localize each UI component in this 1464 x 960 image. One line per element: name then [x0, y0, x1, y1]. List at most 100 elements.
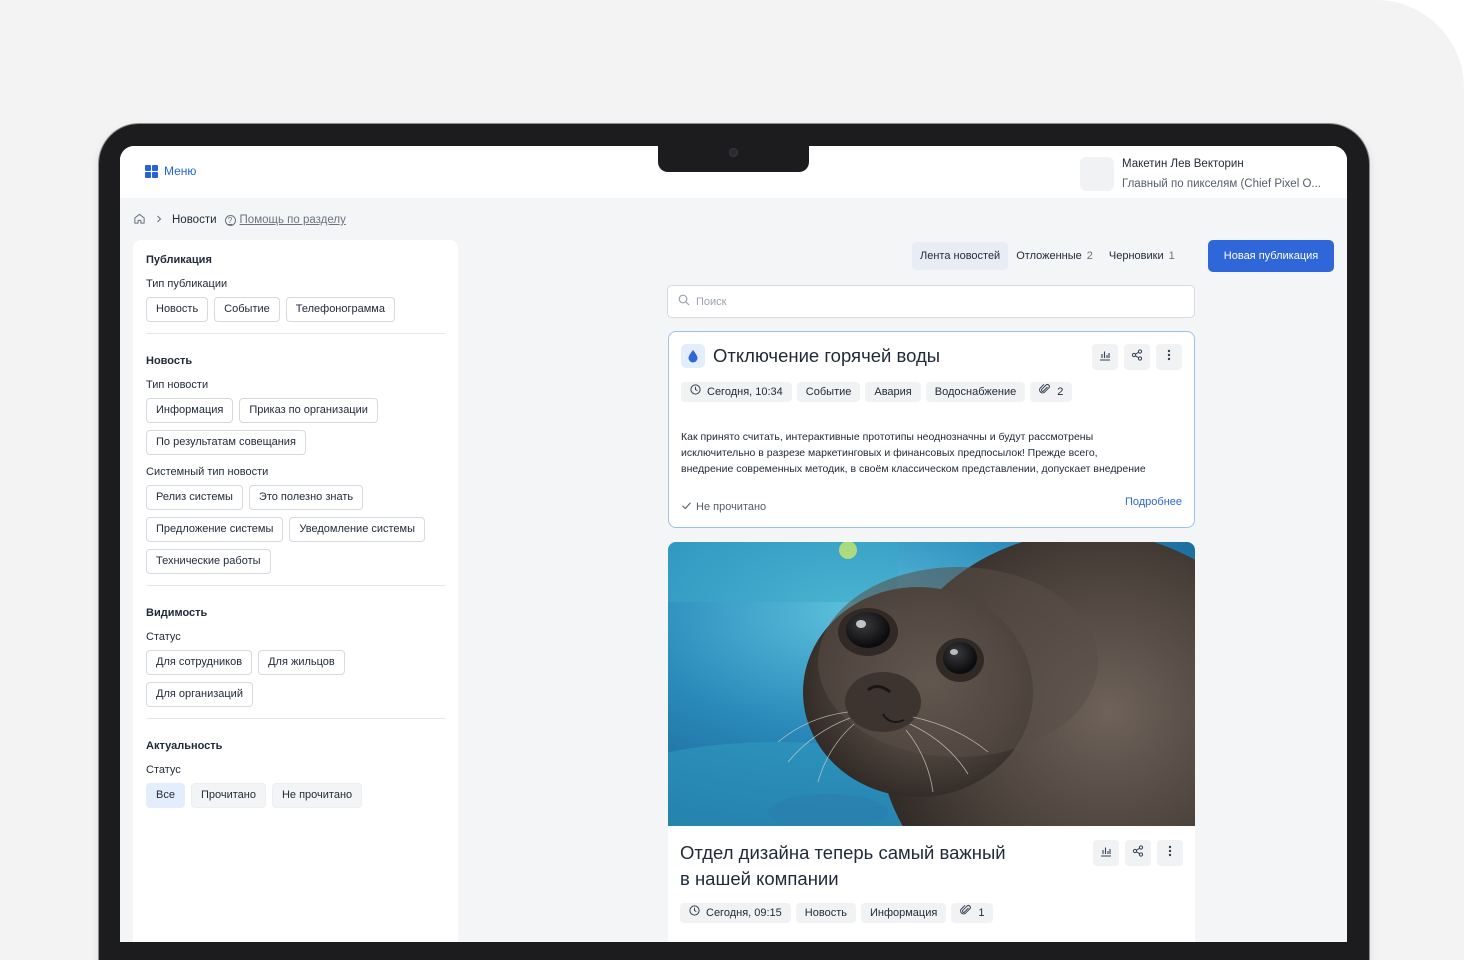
divider: [146, 718, 445, 719]
stats-button[interactable]: [1092, 344, 1118, 370]
app-screen: Меню Макетин Лев Векторин Главный по пик…: [120, 146, 1347, 942]
chip-system-maintenance[interactable]: Технические работы: [146, 549, 271, 574]
search-box: [667, 285, 1195, 318]
system-type-chips: Релиз системы Это полезно знать Предложе…: [146, 485, 445, 574]
tab-news-feed[interactable]: Лента новостей: [912, 242, 1009, 270]
share-icon: [1131, 348, 1143, 366]
filter-section-title: Видимость: [146, 607, 208, 619]
feed-tabs: Лента новостей Отложенные 2 Черновики 1: [912, 242, 1183, 270]
chip-news-order[interactable]: Приказ по организации: [239, 398, 378, 423]
share-button[interactable]: [1125, 840, 1151, 866]
chip-visibility-residents[interactable]: Для жильцов: [258, 650, 345, 675]
visibility-chips: Для сотрудников Для жильцов Для организа…: [146, 650, 445, 707]
new-publication-button[interactable]: Новая публикация: [1208, 240, 1334, 272]
divider: [146, 585, 445, 586]
vertical-dots-icon: [1167, 348, 1171, 366]
breadcrumb: Новости ? Помощь по разделу: [133, 212, 346, 228]
post-tag: Водоснабжение: [925, 382, 1026, 402]
date-tag: Сегодня, 10:34: [681, 382, 792, 402]
chip-visibility-employees[interactable]: Для сотрудников: [146, 650, 253, 675]
date-tag: Сегодня, 09:15: [680, 903, 791, 923]
post-card[interactable]: Отдел дизайна теперь самый важный в наше…: [668, 542, 1195, 942]
more-options-button[interactable]: [1157, 840, 1183, 866]
chip-system-proposal[interactable]: Предложение системы: [146, 517, 284, 542]
chevron-right-icon: [154, 214, 164, 227]
clock-icon: [689, 903, 700, 923]
tab-label: Лента новостей: [920, 250, 1001, 262]
tab-postponed[interactable]: Отложенные 2: [1008, 242, 1101, 270]
search-input[interactable]: [696, 295, 1176, 308]
breadcrumb-current: Новости: [172, 214, 217, 226]
user-profile[interactable]: Макетин Лев Векторин Главный по пикселям…: [1080, 154, 1327, 194]
filter-section-title: Публикация: [146, 254, 212, 266]
chip-news-meeting[interactable]: По результатам совещания: [146, 430, 306, 455]
help-link[interactable]: ? Помощь по разделу: [224, 214, 346, 226]
grid-menu-icon: [145, 164, 158, 178]
post-card[interactable]: Отключение горячей воды Сегодня, 10:34 С…: [668, 331, 1195, 528]
filter-group-title: Системный тип новости: [146, 466, 269, 478]
search-icon: [678, 293, 690, 311]
filter-group-title: Тип публикации: [146, 278, 228, 290]
paperclip-icon: [960, 903, 972, 923]
clock-icon: [690, 382, 701, 402]
chip-publication-event[interactable]: Событие: [214, 297, 280, 322]
filter-group-title: Статус: [146, 631, 181, 643]
tab-count: 2: [1086, 250, 1093, 262]
post-title[interactable]: Отключение горячей воды: [713, 345, 940, 367]
post-actions: [1092, 344, 1182, 370]
more-options-button[interactable]: [1156, 344, 1182, 370]
filter-section-title: Новость: [146, 355, 193, 367]
post-excerpt-line: исключительно в разрезе маркетинговых и …: [681, 447, 1098, 459]
post-actions: [1093, 840, 1183, 866]
chip-relevance-read[interactable]: Прочитано: [190, 783, 266, 808]
tab-label: Черновики: [1108, 250, 1164, 262]
post-title-line: в нашей компании: [680, 868, 839, 889]
post-tag: Авария: [865, 382, 921, 402]
laptop-notch: [658, 144, 809, 172]
post-tag: Новость: [795, 903, 856, 923]
read-more-link[interactable]: Подробнее: [1125, 496, 1182, 508]
water-drop-icon: [681, 344, 705, 368]
bar-chart-icon: [1100, 844, 1112, 862]
chip-system-notification[interactable]: Уведомление системы: [289, 517, 426, 542]
tab-label: Отложенные: [1016, 250, 1082, 262]
attachments-count: 2: [1057, 386, 1064, 398]
stats-button[interactable]: [1093, 840, 1119, 866]
attachments-tag[interactable]: 2: [1030, 382, 1073, 402]
attachments-tag[interactable]: 1: [951, 903, 994, 923]
post-date: Сегодня, 09:15: [706, 907, 782, 919]
camera: [729, 148, 738, 157]
read-status: Не прочитано: [681, 500, 766, 514]
chip-publication-news[interactable]: Новость: [146, 297, 209, 322]
chip-system-useful[interactable]: Это полезно знать: [248, 485, 364, 510]
tab-count: 1: [1168, 250, 1175, 262]
news-type-chips: Информация Приказ по организации По резу…: [146, 398, 445, 455]
post-title[interactable]: Отдел дизайна теперь самый важный в наше…: [680, 840, 1060, 892]
menu-button[interactable]: Меню: [145, 164, 196, 178]
post-excerpt-line: Как принято считать, интерактивные прото…: [681, 431, 1094, 443]
filter-section-title: Актуальность: [146, 740, 223, 752]
filter-group-title: Статус: [146, 764, 181, 776]
share-icon: [1132, 844, 1144, 862]
post-date: Сегодня, 10:34: [707, 386, 783, 398]
chip-relevance-all[interactable]: Все: [146, 783, 185, 808]
read-status-label: Не прочитано: [696, 501, 767, 513]
tab-drafts[interactable]: Черновики 1: [1101, 242, 1183, 270]
vertical-dots-icon: [1168, 844, 1172, 862]
chip-system-release[interactable]: Релиз системы: [146, 485, 243, 510]
bar-chart-icon: [1099, 348, 1111, 366]
post-meta: Сегодня, 10:34 Событие Авария Водоснабже…: [681, 382, 1073, 402]
relevance-chips: Все Прочитано Не прочитано: [146, 783, 445, 808]
filter-group-title: Тип новости: [146, 379, 209, 391]
chip-news-info[interactable]: Информация: [146, 398, 234, 423]
divider: [146, 333, 445, 334]
share-button[interactable]: [1124, 344, 1150, 370]
publication-type-chips: Новость Событие Телефонограмма: [146, 297, 445, 322]
paperclip-icon: [1039, 382, 1051, 402]
chip-publication-telephonogram[interactable]: Телефонограмма: [285, 297, 395, 322]
home-icon[interactable]: [133, 212, 146, 228]
chip-relevance-unread[interactable]: Не прочитано: [271, 783, 363, 808]
attachments-count: 1: [978, 907, 985, 919]
post-excerpt: Как принято считать, интерактивные прото…: [681, 429, 1181, 477]
chip-visibility-organizations[interactable]: Для организаций: [146, 682, 253, 707]
